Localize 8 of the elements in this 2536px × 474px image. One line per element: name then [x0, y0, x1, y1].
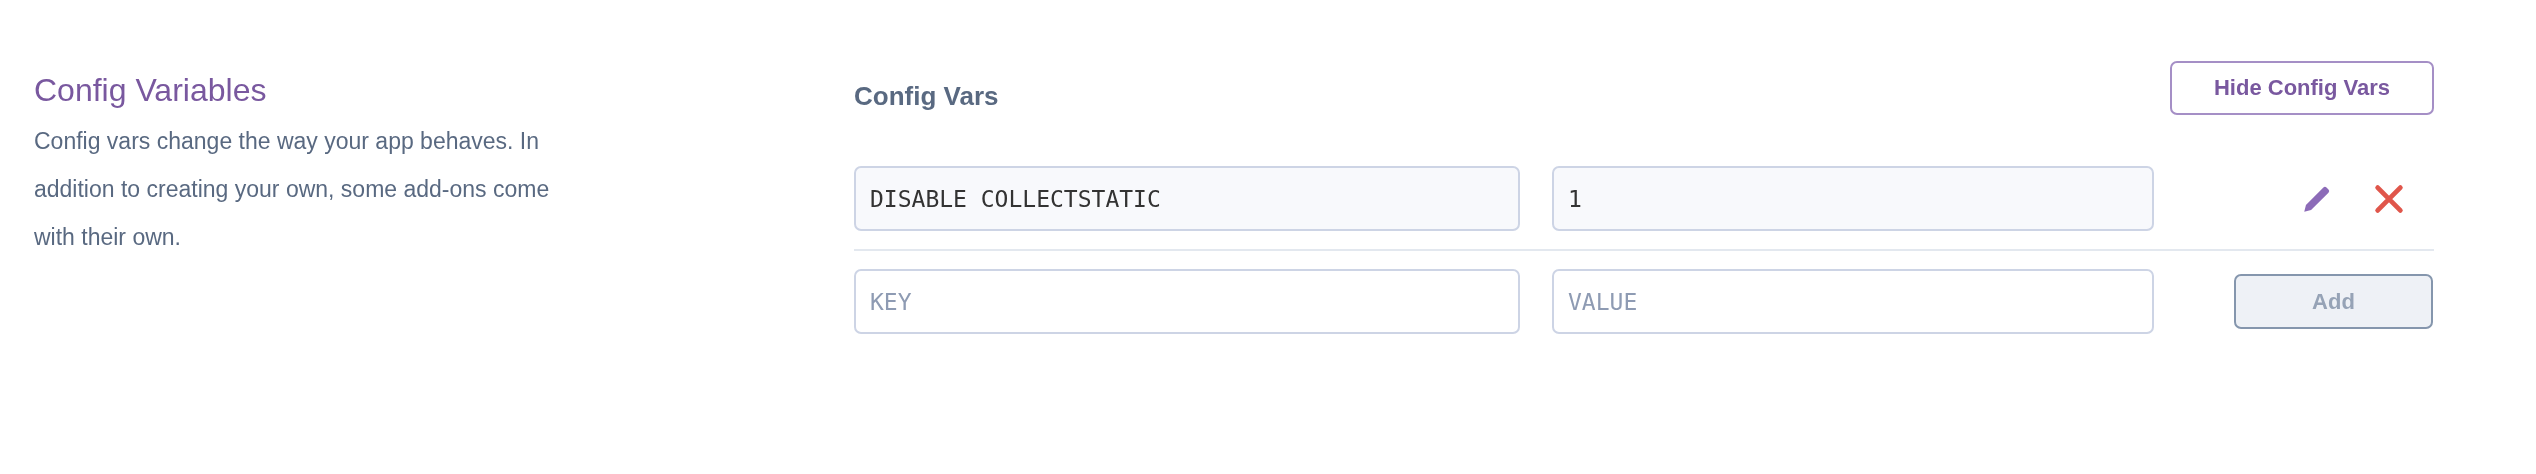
panel-heading: Config Vars	[854, 79, 999, 112]
key-input[interactable]: KEY	[854, 269, 1520, 334]
key-field[interactable]: DISABLE_COLLECTSTATIC	[854, 166, 1520, 231]
value-input[interactable]: VALUE	[1552, 269, 2154, 334]
section-title: Config Variables	[34, 72, 268, 109]
value-field[interactable]: 1	[1552, 166, 2154, 231]
section-description: Config vars change the way your app behaves. In addition to creating your own, some add-ons come with their own.	[34, 127, 551, 252]
hide-config-vars-button[interactable]: Hide Config Vars	[2170, 61, 2434, 115]
